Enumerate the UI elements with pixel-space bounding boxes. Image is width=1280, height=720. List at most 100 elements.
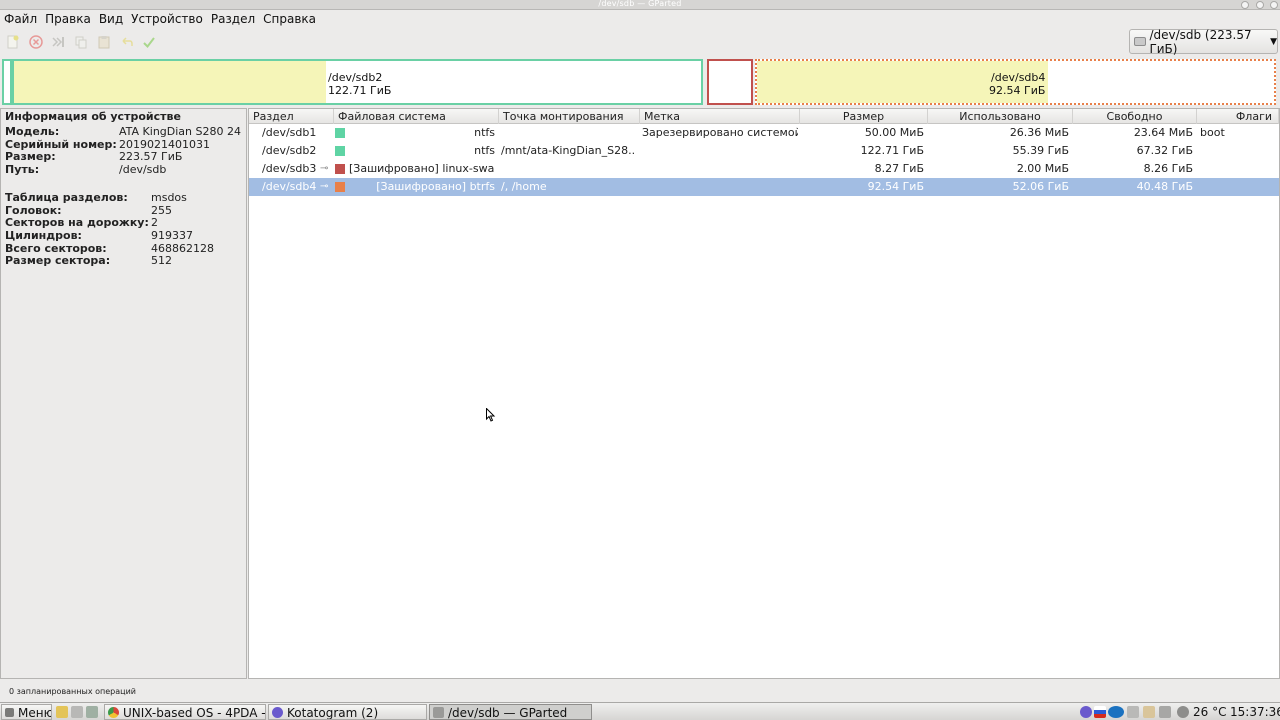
- undo-icon[interactable]: [117, 32, 137, 52]
- column-header-label[interactable]: Метка: [640, 109, 800, 124]
- menu-help[interactable]: Справка: [259, 10, 320, 26]
- column-header-size[interactable]: Размер: [800, 109, 928, 124]
- task-label: UNIX-based OS - 4PDA -...: [123, 706, 266, 720]
- mouse-cursor-icon: [486, 408, 496, 422]
- size: 92.54 ГиБ: [867, 180, 924, 193]
- free: 23.64 МиБ: [1133, 126, 1193, 139]
- task-button-gparted[interactable]: /dev/sdb — GParted: [429, 704, 592, 720]
- column-header-used[interactable]: Использовано: [928, 109, 1073, 124]
- tray-kotatogram-icon[interactable]: [1080, 706, 1092, 718]
- menu-partition[interactable]: Раздел: [207, 10, 259, 26]
- partition-name: /dev/sdb4: [262, 180, 317, 193]
- apply-icon[interactable]: [139, 32, 159, 52]
- network-icon[interactable]: [1159, 706, 1171, 718]
- taskbar: Меню UNIX-based OS - 4PDA -... Kotatogra…: [0, 702, 1280, 720]
- copy-icon[interactable]: [71, 32, 91, 52]
- delete-icon[interactable]: [26, 32, 46, 52]
- partition-name: /dev/sdb1: [262, 126, 317, 139]
- info-row-table-type: Таблица разделов: msdos: [5, 190, 187, 204]
- start-menu-label: Меню: [18, 706, 52, 720]
- filesystem-color-swatch: [335, 146, 345, 156]
- window-title: /dev/sdb — GParted: [598, 0, 682, 8]
- mount-point: [501, 160, 636, 178]
- new-partition-icon[interactable]: [3, 32, 23, 52]
- filesystem: [Зашифровано] linux-swap: [349, 162, 495, 175]
- column-header-mountpoint[interactable]: Точка монтирования: [499, 109, 640, 124]
- partition-block-sdb3[interactable]: [707, 59, 753, 105]
- partition-block-sdb4[interactable]: /dev/sdb4 92.54 ГиБ: [755, 59, 1276, 105]
- column-header-partition[interactable]: Раздел: [249, 109, 334, 124]
- launcher-icon[interactable]: [56, 706, 68, 718]
- mount-point: /, /home: [501, 180, 547, 193]
- menu-device[interactable]: Устройство: [127, 10, 207, 26]
- partition-name: /dev/sdb3: [262, 162, 317, 175]
- column-header-free[interactable]: Свободно: [1073, 109, 1197, 124]
- table-row-selected[interactable]: /dev/sdb4 ⊸ [Зашифровано] btrfs /, /home…: [249, 178, 1279, 196]
- close-button[interactable]: [1270, 1, 1278, 9]
- table-row[interactable]: /dev/sdb3 ⊸ [Зашифровано] linux-swap 8.2…: [249, 160, 1279, 178]
- task-label: /dev/sdb — GParted: [448, 706, 568, 720]
- clock[interactable]: 15:37:36: [1230, 704, 1280, 720]
- tray-icon[interactable]: [1127, 706, 1139, 718]
- partition-block-sdb2[interactable]: /dev/sdb2 122.71 ГиБ: [12, 59, 703, 105]
- used: 2.00 МиБ: [1016, 162, 1069, 175]
- partition-block-sdb1[interactable]: [2, 59, 12, 105]
- info-row-cylinders: Цилиндров: 919337: [5, 228, 193, 242]
- key-icon: ⊸: [320, 163, 329, 174]
- filesystem-color-swatch: [335, 164, 345, 174]
- task-label: Kotatogram (2): [287, 706, 379, 720]
- partition-map-label: /dev/sdb2: [328, 71, 383, 84]
- partition-label: [642, 160, 798, 178]
- device-selector-label: /dev/sdb (223.57 ГиБ): [1149, 27, 1252, 56]
- device-info-heading: Информация об устройстве: [5, 110, 181, 123]
- browser-icon: [108, 707, 119, 718]
- column-header-flags[interactable]: Флаги: [1197, 109, 1279, 124]
- window-titlebar: /dev/sdb — GParted: [0, 0, 1280, 10]
- disk-icon: [1134, 37, 1147, 46]
- partition-map-label: /dev/sdb4: [991, 71, 1046, 84]
- chevron-down-icon: ▼: [1270, 36, 1277, 47]
- paste-icon[interactable]: [94, 32, 114, 52]
- info-row-sector-size: Размер сектора: 512: [5, 254, 172, 268]
- device-selector[interactable]: /dev/sdb (223.57 ГиБ) ▼: [1129, 27, 1278, 56]
- mount-point: [501, 124, 636, 142]
- partition-table: Раздел Файловая система Точка монтирован…: [248, 108, 1280, 679]
- partition-label: [642, 178, 798, 196]
- weather-temperature: 26 °C: [1193, 705, 1227, 719]
- start-menu-button[interactable]: Меню: [1, 704, 52, 720]
- keyboard-layout-icon[interactable]: [1094, 706, 1106, 718]
- launcher-icon[interactable]: [86, 706, 98, 718]
- toolbar: /dev/sdb (223.57 ГиБ) ▼: [0, 28, 1280, 56]
- table-row[interactable]: /dev/sdb2 ntfs /mnt/ata-KingDian_S28... …: [249, 142, 1279, 160]
- info-row-model: Модель: ATA KingDian S280 24: [5, 125, 241, 138]
- pending-operations: 0 запланированных операций: [9, 687, 136, 696]
- used: 55.39 ГиБ: [1012, 144, 1069, 157]
- filesystem-color-swatch: [335, 128, 345, 138]
- filesystem: ntfs: [474, 126, 495, 139]
- partition-label: [642, 142, 798, 160]
- volume-icon[interactable]: [1177, 706, 1189, 718]
- kotatogram-icon: [272, 707, 283, 718]
- status-bar: 0 запланированных операций: [0, 680, 1280, 702]
- menu-edit[interactable]: Правка: [41, 10, 95, 26]
- column-header-filesystem[interactable]: Файловая система: [334, 109, 499, 124]
- filesystem: ntfs: [474, 144, 495, 157]
- table-header: Раздел Файловая система Точка монтирован…: [249, 109, 1279, 124]
- clipboard-icon[interactable]: [1143, 706, 1155, 718]
- menu-file[interactable]: Файл: [0, 10, 41, 26]
- task-button-browser[interactable]: UNIX-based OS - 4PDA -...: [104, 704, 266, 720]
- task-button-kotatogram[interactable]: Kotatogram (2): [268, 704, 427, 720]
- gparted-icon: [433, 707, 444, 718]
- menu-view[interactable]: Вид: [95, 10, 127, 26]
- partition-map-size: 122.71 ГиБ: [328, 84, 392, 97]
- minimize-button[interactable]: [1241, 1, 1249, 9]
- key-icon: ⊸: [320, 181, 329, 192]
- hp-icon[interactable]: [1108, 706, 1124, 718]
- table-row[interactable]: /dev/sdb1 ntfs Зарезервировано системой …: [249, 124, 1279, 142]
- maximize-button[interactable]: [1256, 1, 1264, 9]
- menu-bar: Файл Правка Вид Устройство Раздел Справка: [0, 10, 1280, 28]
- menu-icon: [5, 708, 14, 717]
- launcher-icon[interactable]: [71, 706, 83, 718]
- resize-move-icon[interactable]: [48, 32, 68, 52]
- partition-name: /dev/sdb2: [262, 144, 317, 157]
